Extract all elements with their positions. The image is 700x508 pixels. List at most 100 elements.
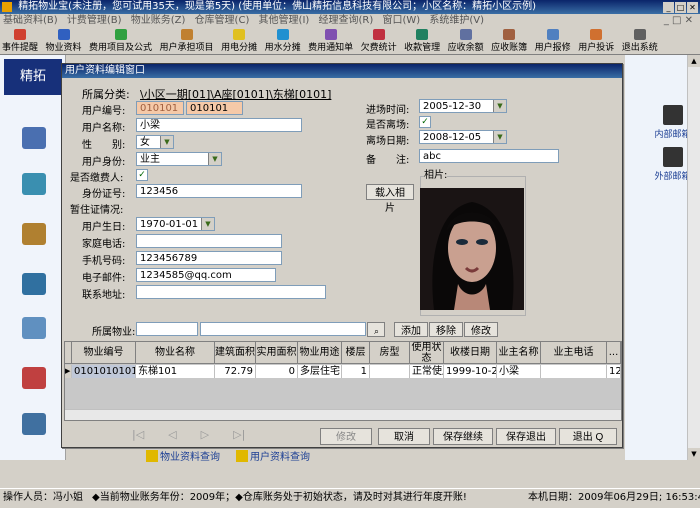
id-number-field[interactable]: 123456: [136, 184, 302, 198]
nav-module-icon[interactable]: [22, 273, 46, 295]
email-field[interactable]: 1234585@qq.com: [136, 268, 276, 282]
grid-header[interactable]: 建筑面积: [215, 342, 256, 364]
chevron-down-icon[interactable]: ▼: [160, 136, 173, 148]
menu-accounts[interactable]: 物业账务(Z): [131, 15, 186, 26]
gender-select[interactable]: 女 ▼: [136, 135, 174, 149]
grid-header[interactable]: 房型: [370, 342, 410, 364]
grid-header[interactable]: 使用状态: [410, 342, 444, 364]
modify-button[interactable]: 修改: [320, 428, 372, 445]
nav-module-icon[interactable]: [22, 223, 46, 245]
grid-header[interactable]: 实用面积: [256, 342, 298, 364]
close-icon[interactable]: ✕: [687, 2, 698, 13]
grid-header[interactable]: 收楼日期: [444, 342, 497, 364]
grid-cell[interactable]: 72.79: [215, 365, 256, 378]
menu-window[interactable]: 窗口(W): [382, 15, 420, 26]
remark-field[interactable]: abc: [419, 149, 559, 163]
next-record-icon[interactable]: ▷: [201, 428, 209, 441]
bar-chart-icon[interactable]: [22, 367, 46, 389]
grid-cell[interactable]: 1: [342, 365, 370, 378]
menu-billing[interactable]: 计费管理(B): [67, 15, 122, 26]
toolbar-repair[interactable]: 用户报修: [533, 28, 573, 54]
grid-header[interactable]: 物业用途: [298, 342, 342, 364]
grid-cell[interactable]: 东梯101: [136, 365, 215, 378]
toolbar-water[interactable]: 用水分摊: [263, 28, 303, 54]
grid-header[interactable]: 楼层: [342, 342, 370, 364]
add-property-button[interactable]: 添加: [394, 322, 428, 337]
birthday-value: 1970-01-01: [140, 219, 199, 230]
grid-cell[interactable]: 正常使用: [410, 365, 444, 378]
grid-header[interactable]: 物业名称: [136, 342, 215, 364]
search-icon[interactable]: ⌕: [367, 322, 385, 337]
mdi-controls[interactable]: _ □ ✕: [664, 14, 693, 27]
toolbar-event-reminder[interactable]: 事件提醒: [0, 28, 40, 54]
maximize-icon[interactable]: □: [675, 2, 686, 13]
chevron-down-icon[interactable]: ▼: [201, 218, 214, 230]
payer-checkbox[interactable]: ✓: [136, 169, 148, 181]
cancel-button[interactable]: 取消: [378, 428, 430, 445]
chevron-down-icon[interactable]: ▼: [493, 131, 506, 143]
last-record-icon[interactable]: ▷|: [233, 428, 245, 441]
toolbar-collection[interactable]: 收款管理: [402, 28, 442, 54]
grid-cell[interactable]: 小梁: [497, 365, 541, 378]
user-code-field[interactable]: 010101: [186, 101, 243, 115]
scroll-down-icon[interactable]: ▼: [688, 448, 700, 460]
toolbar-fee-notice[interactable]: 费用通知单: [306, 28, 355, 54]
grid-cell[interactable]: [541, 365, 607, 378]
grid-header[interactable]: 业主电话: [541, 342, 607, 364]
user-name-field[interactable]: 小梁: [136, 118, 302, 132]
toolbar-receivable-balance[interactable]: 应收余额: [446, 28, 486, 54]
minimize-icon[interactable]: _: [663, 2, 674, 13]
toolbar-electricity[interactable]: 用电分摊: [219, 28, 259, 54]
property-query-link[interactable]: 物业资料查询: [146, 448, 220, 463]
remove-property-button[interactable]: 移除: [429, 322, 463, 337]
nav-module-icon[interactable]: [22, 173, 46, 195]
menu-system[interactable]: 系统维护(V): [429, 15, 484, 26]
save-continue-button[interactable]: 保存继续: [433, 428, 493, 445]
home-phone-field[interactable]: [136, 234, 282, 248]
toolbar-complaint[interactable]: 用户投诉: [576, 28, 616, 54]
user-query-link[interactable]: 用户资料查询: [236, 448, 310, 463]
vertical-scrollbar[interactable]: ▲ ▼: [687, 55, 700, 460]
property-name-field[interactable]: [200, 322, 366, 336]
grid-cell[interactable]: 123: [607, 365, 621, 378]
move-in-picker[interactable]: 2005-12-30 ▼: [419, 99, 507, 113]
load-photo-button[interactable]: 载入相片: [366, 184, 414, 214]
save-exit-button[interactable]: 保存退出: [496, 428, 556, 445]
grid-horizontal-scrollbar[interactable]: [65, 409, 621, 420]
toolbar-property-info[interactable]: 物业资料: [44, 28, 84, 54]
grid-header[interactable]: 物业编号: [72, 342, 136, 364]
menu-manager[interactable]: 经理查询(R): [319, 15, 374, 26]
toolbar-receivable-book[interactable]: 应收账簿: [489, 28, 529, 54]
menu-basic[interactable]: 基础资料(B): [3, 15, 58, 26]
leave-date-picker[interactable]: 2008-12-05 ▼: [419, 130, 507, 144]
menu-other[interactable]: 其他管理(I): [259, 15, 310, 26]
birthday-picker[interactable]: 1970-01-01 ▼: [136, 217, 215, 231]
grid-cell[interactable]: 1999-10-27: [444, 365, 497, 378]
chevron-down-icon[interactable]: ▼: [493, 100, 506, 112]
toolbar-exit[interactable]: 退出系统: [620, 28, 660, 54]
grid-header[interactable]: 业主名称: [497, 342, 541, 364]
first-record-icon[interactable]: |◁: [132, 428, 144, 441]
modify-property-button[interactable]: 修改: [464, 322, 498, 337]
toolbar-fee-items[interactable]: 费用项目及公式: [87, 28, 154, 54]
scroll-up-icon[interactable]: ▲: [688, 55, 700, 67]
menu-warehouse[interactable]: 仓库管理(C): [195, 15, 250, 26]
exit-button[interactable]: 退出 Q: [559, 428, 617, 445]
toolbar-arrears[interactable]: 欠费统计: [359, 28, 399, 54]
grid-cell[interactable]: 多层住宅: [298, 365, 342, 378]
left-checkbox[interactable]: ✓: [419, 116, 431, 128]
chevron-down-icon[interactable]: ▼: [208, 153, 221, 165]
toolbar-user-items[interactable]: 用户承担项目: [158, 28, 216, 54]
grid-cell[interactable]: 0: [256, 365, 298, 378]
grid-cell[interactable]: [370, 365, 410, 378]
nav-module-icon[interactable]: [22, 127, 46, 149]
property-code-field[interactable]: [136, 322, 198, 336]
grid-cell[interactable]: 0101010101: [72, 365, 136, 378]
mobile-field[interactable]: 123456789: [136, 251, 282, 265]
nav-module-icon[interactable]: [22, 317, 46, 339]
grid-header[interactable]: ...: [607, 342, 621, 364]
prev-record-icon[interactable]: ◁: [168, 428, 176, 441]
identity-select[interactable]: 业主 ▼: [136, 152, 222, 166]
address-field[interactable]: [136, 285, 326, 299]
nav-module-icon[interactable]: [22, 413, 46, 435]
